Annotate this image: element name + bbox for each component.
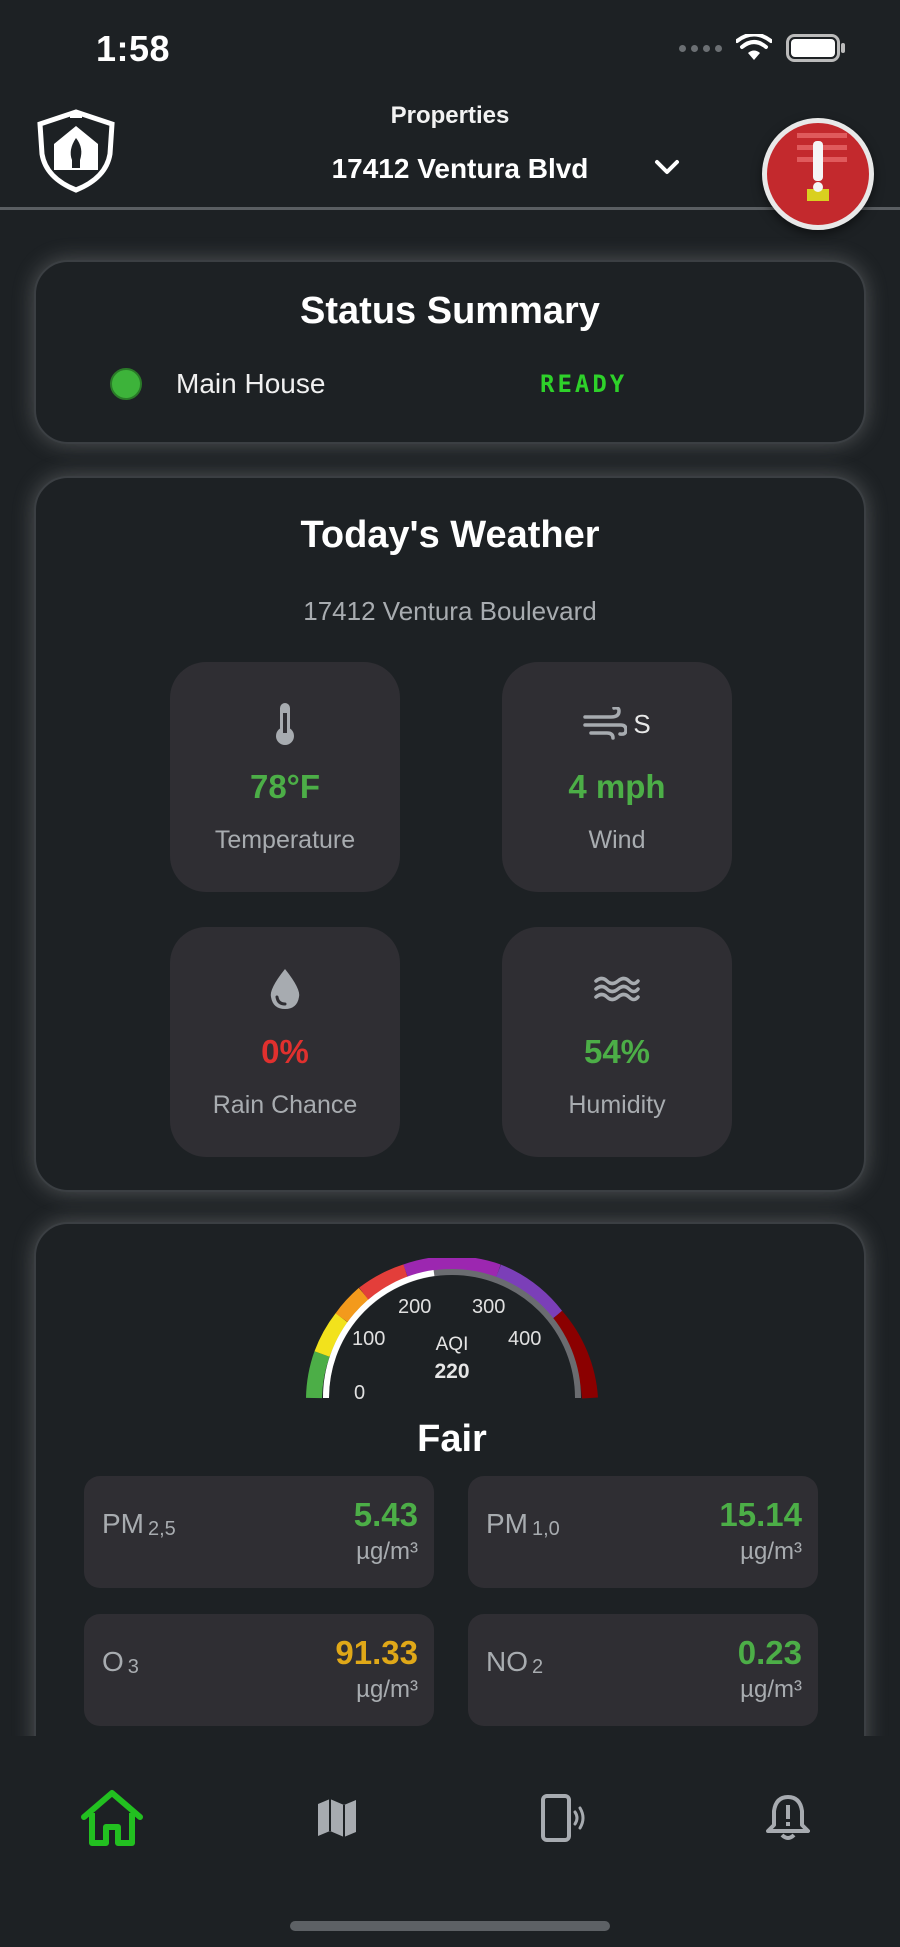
property-unit-name[interactable]: Main House — [176, 368, 325, 400]
nav-home[interactable] — [72, 1778, 152, 1858]
pollutant-value: 0.23 — [737, 1634, 802, 1671]
pollutant-unit: µg/m³ — [356, 1538, 418, 1565]
temperature-label: Temperature — [214, 826, 356, 854]
exclamation-icon — [797, 133, 847, 201]
pollutant-tile-no2: NO 2 0.23 µg/m³ — [468, 1614, 818, 1726]
weather-card: Today's Weather 17412 Ventura Boulevard … — [34, 476, 866, 1192]
emergency-alert-button[interactable] — [762, 118, 874, 230]
status-icons — [679, 34, 846, 62]
signal-icon — [679, 44, 722, 52]
clock: 1:58 — [96, 28, 171, 69]
pollutant-name: PM 2,5 — [102, 1508, 176, 1540]
humidity-icon — [594, 976, 640, 1002]
pollutant-tile-pm10: PM 1,0 15.14 µg/m³ — [468, 1476, 818, 1588]
pollutant-value: 5.43 — [353, 1496, 418, 1533]
pollutant-name: PM 1,0 — [486, 1508, 560, 1540]
temperature-tile: 78°F Temperature — [170, 662, 400, 892]
wind-tile: S 4 mph Wind — [502, 662, 732, 892]
rain-chance-label: Rain Chance — [212, 1091, 358, 1119]
nav-device[interactable] — [522, 1778, 602, 1858]
properties-label: Properties — [390, 102, 510, 129]
wifi-icon — [736, 34, 772, 60]
status-bar: 1:58 — [0, 0, 900, 100]
humidity-label: Humidity — [568, 1091, 666, 1119]
raindrop-icon — [270, 969, 300, 1009]
pollutant-unit: µg/m³ — [356, 1676, 418, 1703]
pollutant-unit: µg/m³ — [740, 1538, 802, 1565]
map-icon — [318, 1799, 356, 1837]
temperature-value: 78°F — [249, 768, 321, 805]
nav-map[interactable] — [297, 1778, 377, 1858]
pollutant-unit: µg/m³ — [740, 1676, 802, 1703]
bell-alert-icon — [766, 1795, 810, 1840]
status-indicator — [110, 368, 142, 400]
rain-chance-value: 0% — [261, 1033, 309, 1070]
wind-value: 4 mph — [568, 768, 666, 805]
weather-address: 17412 Ventura Boulevard — [303, 596, 597, 626]
aqi-tick-200: 200 — [398, 1296, 432, 1318]
bottom-nav — [0, 1736, 900, 1947]
nav-alerts[interactable] — [748, 1778, 828, 1858]
pollutant-name: NO 2 — [486, 1646, 544, 1678]
battery-icon — [786, 34, 845, 62]
chevron-down-icon — [655, 160, 679, 174]
home-icon — [81, 1790, 143, 1846]
pollutant-name: O3 — [102, 1646, 139, 1678]
device-icon — [541, 1794, 585, 1842]
home-indicator[interactable] — [290, 1921, 610, 1931]
weather-title: Today's Weather — [300, 514, 600, 556]
status-badge: READY — [540, 370, 628, 398]
thermometer-icon — [276, 703, 294, 745]
wind-label: Wind — [588, 826, 646, 854]
aqi-tick-300: 300 — [472, 1296, 506, 1318]
property-selector[interactable]: 17412 Ventura Blvd — [290, 144, 690, 194]
aqi-tick-0: 0 — [354, 1382, 366, 1404]
selected-property: 17412 Ventura Blvd — [331, 153, 589, 184]
app-header: Properties 17412 Ventura Blvd — [0, 100, 900, 230]
aqi-value: 220 — [434, 1360, 470, 1383]
aqi-gauge: 0 100 200 300 400 AQI 220 Fair — [302, 1256, 602, 1460]
wind-icon — [583, 707, 628, 740]
pollutant-value: 15.14 — [719, 1496, 802, 1533]
aqi-status: Fair — [417, 1418, 487, 1460]
pollutant-value: 91.33 — [335, 1634, 418, 1671]
rain-chance-tile: 0% Rain Chance — [170, 927, 400, 1157]
pollutant-tile-pm25: PM 2,5 5.43 µg/m³ — [84, 1476, 434, 1588]
humidity-value: 54% — [583, 1033, 651, 1070]
pollutant-tile-o3: O3 91.33 µg/m³ — [84, 1614, 434, 1726]
aqi-label: AQI — [435, 1334, 469, 1355]
wind-direction: S — [633, 708, 651, 739]
humidity-tile: 54% Humidity — [502, 927, 732, 1157]
status-summary-card: Status Summary Main House READY — [34, 260, 866, 444]
status-summary-title: Status Summary — [300, 290, 600, 332]
